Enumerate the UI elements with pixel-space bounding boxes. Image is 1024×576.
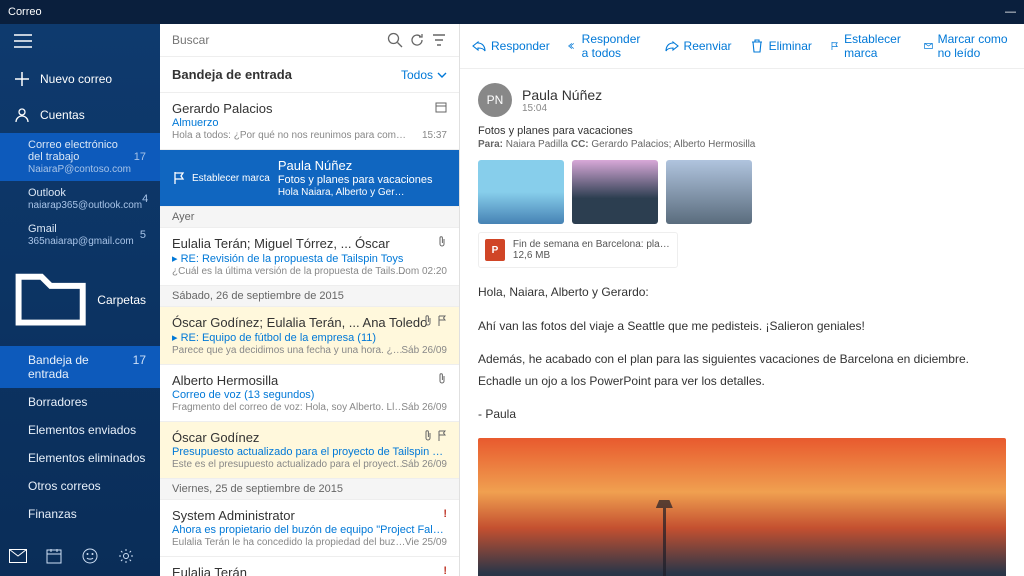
folder-item[interactable]: Elementos eliminados	[0, 444, 160, 472]
hamburger-icon	[14, 34, 32, 48]
sidebar: Nuevo correo Cuentas Correo electrónico …	[0, 24, 160, 576]
reading-toolbar: Responder Responder a todos Reenviar Eli…	[460, 24, 1024, 69]
account-item[interactable]: Outlooknaiarap365@outlook.com4	[0, 181, 160, 217]
account-item[interactable]: Gmail365naiarap@gmail.com5	[0, 217, 160, 253]
message-item[interactable]: Gerardo PalaciosAlmuerzoHola a todos: ¿P…	[160, 93, 459, 150]
day-separator: Sábado, 26 de septiembre de 2015	[160, 286, 459, 307]
inline-image	[478, 438, 1006, 576]
forward-button[interactable]: Reenviar	[665, 39, 732, 53]
folder-item[interactable]: Comerciantes de Northwind	[0, 528, 160, 536]
message-item[interactable]: Óscar GodínezPresupuesto actualizado par…	[160, 422, 459, 479]
folder-item[interactable]: Borradores	[0, 388, 160, 416]
attachment-name: Fin de semana en Barcelona: plan de...	[513, 239, 671, 250]
avatar: PN	[478, 83, 512, 117]
list-title: Bandeja de entrada	[172, 67, 292, 82]
folder-icon	[14, 263, 87, 336]
accounts-header[interactable]: Cuentas	[0, 97, 160, 133]
sidebar-bottom-bar	[0, 536, 160, 576]
message-item[interactable]: Establecer marcaPaula NúñezFotos y plane…	[160, 150, 459, 207]
sync-icon[interactable]	[409, 32, 425, 48]
window-minimize[interactable]: —	[1005, 6, 1016, 18]
reply-all-icon	[568, 39, 577, 53]
folder-item[interactable]: Finanzas	[0, 500, 160, 528]
message-item[interactable]: Alberto HermosillaCorreo de voz (13 segu…	[160, 365, 459, 422]
flag-icon	[830, 39, 839, 53]
image-thumbnail[interactable]	[478, 160, 564, 224]
message-item[interactable]: Óscar Godínez; Eulalia Terán, ... Ana To…	[160, 307, 459, 365]
hamburger-button[interactable]	[0, 24, 160, 61]
feedback-icon[interactable]	[80, 546, 100, 566]
account-item[interactable]: Correo electrónico del trabajoNaiaraP@co…	[0, 133, 160, 181]
delete-button[interactable]: Eliminar	[750, 39, 812, 53]
reply-button[interactable]: Responder	[472, 39, 550, 53]
list-header: Bandeja de entrada Todos	[160, 57, 459, 93]
forward-icon	[665, 39, 679, 53]
email-body: Hola, Naiara, Alberto y Gerardo:Ahí van …	[478, 282, 1006, 426]
reply-all-button[interactable]: Responder a todos	[568, 32, 647, 60]
search-bar	[160, 24, 459, 57]
day-separator: Viernes, 25 de septiembre de 2015	[160, 479, 459, 500]
envelope-icon	[924, 39, 933, 53]
app-title: Correo	[8, 6, 42, 18]
sent-time: 15:04	[522, 103, 602, 114]
filter-dropdown[interactable]: Todos	[401, 68, 447, 82]
folder-item[interactable]: Elementos enviados	[0, 416, 160, 444]
flag-button[interactable]: Establecer marca	[830, 32, 906, 60]
mail-icon[interactable]	[8, 546, 28, 566]
attachment-size: 12,6 MB	[513, 250, 671, 261]
message-item[interactable]: Eulalia TeránActualización de Northwind …	[160, 557, 459, 576]
file-attachment[interactable]: P Fin de semana en Barcelona: plan de...…	[478, 232, 678, 268]
folder-item[interactable]: Bandeja de entrada17	[0, 346, 160, 388]
mark-unread-button[interactable]: Marcar como no leído	[924, 32, 1012, 60]
message-item[interactable]: System AdministratorAhora es propietario…	[160, 500, 459, 557]
sender-name: Paula Núñez	[522, 87, 602, 103]
search-icon[interactable]	[387, 32, 403, 48]
powerpoint-icon: P	[485, 239, 505, 261]
settings-icon[interactable]	[116, 546, 136, 566]
filter-icon[interactable]	[431, 32, 447, 48]
folders-header[interactable]: Carpetas	[0, 253, 160, 346]
image-thumbnail[interactable]	[666, 160, 752, 224]
calendar-icon[interactable]	[44, 546, 64, 566]
trash-icon	[750, 39, 764, 53]
plus-icon	[14, 71, 30, 87]
recipients: Para: Naiara Padilla CC: Gerardo Palacio…	[478, 139, 1006, 150]
person-icon	[14, 107, 30, 123]
reply-icon	[472, 39, 486, 53]
reading-pane: Responder Responder a todos Reenviar Eli…	[460, 24, 1024, 576]
chevron-down-icon	[437, 72, 447, 78]
attachment-thumbnails	[478, 160, 1006, 224]
folder-item[interactable]: Otros correos	[0, 472, 160, 500]
day-separator: Ayer	[160, 207, 459, 228]
new-mail-button[interactable]: Nuevo correo	[0, 61, 160, 97]
reading-subject: Fotos y planes para vacaciones	[478, 125, 1006, 137]
reading-header: PN Paula Núñez 15:04	[478, 83, 1006, 117]
message-list-pane: Bandeja de entrada Todos Gerardo Palacio…	[160, 24, 460, 576]
image-thumbnail[interactable]	[572, 160, 658, 224]
message-item[interactable]: Eulalia Terán; Miguel Tórrez, ... Óscar▸…	[160, 228, 459, 286]
search-input[interactable]	[172, 33, 381, 47]
titlebar: Correo —	[0, 0, 1024, 24]
